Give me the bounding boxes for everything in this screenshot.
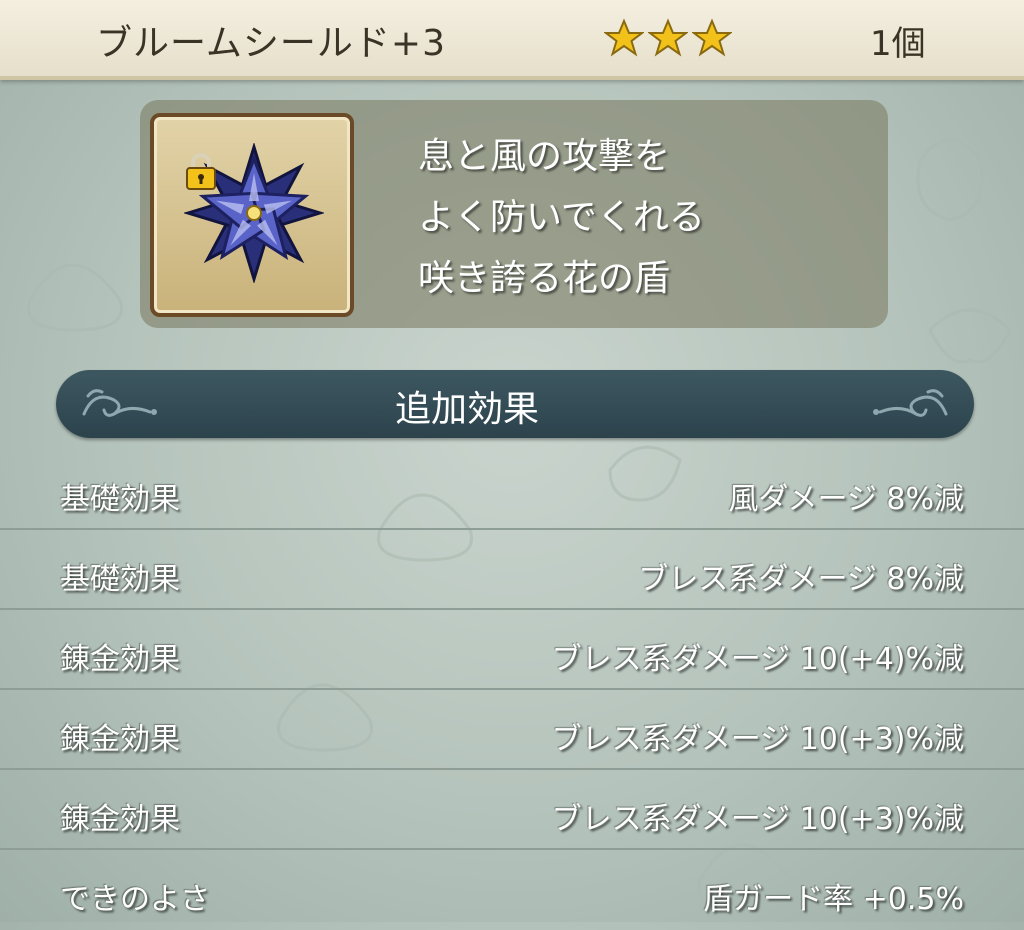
item-description: 息と風の攻撃を よく防いでくれる 咲き誇る花の盾 xyxy=(418,126,858,309)
effect-value: ブレス系ダメージ 10(+3)%減 xyxy=(551,802,964,837)
star-icon xyxy=(648,18,688,57)
effect-type: 錬金効果 xyxy=(60,802,180,837)
effect-value: 盾ガード率 +0.5% xyxy=(703,882,964,917)
effect-row: 錬金効果 ブレス系ダメージ 10(+3)%減 xyxy=(0,690,1024,770)
effect-value: ブレス系ダメージ 10(+3)%減 xyxy=(551,722,964,757)
flourish-ornament-icon xyxy=(873,389,948,417)
effect-value: ブレス系ダメージ 10(+4)%減 xyxy=(551,642,964,677)
rarity-stars xyxy=(604,18,732,58)
item-icon-frame[interactable] xyxy=(150,113,354,317)
effect-type: 基礎効果 xyxy=(60,562,180,597)
item-name: ブルームシールド+3 xyxy=(96,23,446,64)
effect-value: 風ダメージ 8%減 xyxy=(728,482,964,517)
description-line: よく防いでくれる xyxy=(418,197,705,238)
star-icon xyxy=(692,18,732,57)
section-title: 追加効果 xyxy=(394,389,539,430)
effect-row: 錬金効果 ブレス系ダメージ 10(+4)%減 xyxy=(0,610,1024,690)
effect-type: 錬金効果 xyxy=(60,642,180,677)
effect-type: 基礎効果 xyxy=(60,482,180,517)
description-line: 息と風の攻撃を xyxy=(418,136,671,177)
effect-type: 錬金効果 xyxy=(60,722,180,757)
star-icon xyxy=(604,18,644,57)
effect-row: できのよさ 盾ガード率 +0.5% xyxy=(0,850,1024,930)
lock-icon xyxy=(186,153,216,190)
effects-list: 基礎効果 風ダメージ 8%減 基礎効果 ブレス系ダメージ 8%減 錬金効果 ブレ… xyxy=(0,450,1024,930)
effect-value: ブレス系ダメージ 8%減 xyxy=(638,562,964,597)
effect-type: できのよさ xyxy=(60,882,210,917)
effect-row: 基礎効果 風ダメージ 8%減 xyxy=(0,450,1024,530)
effect-row: 基礎効果 ブレス系ダメージ 8%減 xyxy=(0,530,1024,610)
item-quantity: 1個 xyxy=(870,24,926,64)
section-banner: 追加効果 xyxy=(56,370,974,438)
description-line: 咲き誇る花の盾 xyxy=(418,258,671,299)
effect-row: 錬金効果 ブレス系ダメージ 10(+3)%減 xyxy=(0,770,1024,850)
item-header: ブルームシールド+3 1個 xyxy=(0,0,1024,80)
